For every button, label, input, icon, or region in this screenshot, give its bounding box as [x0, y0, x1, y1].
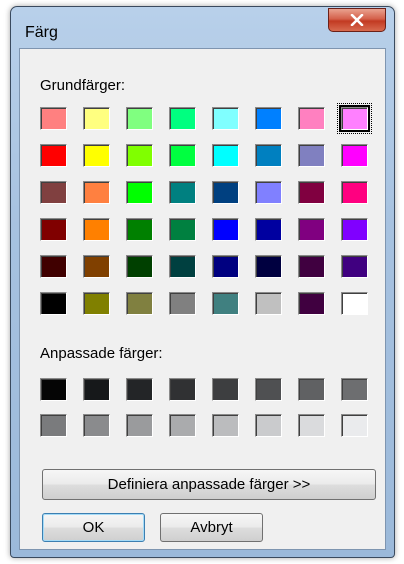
basic-color-swatch[interactable] — [212, 255, 239, 278]
basic-color-swatch[interactable] — [83, 292, 110, 315]
basic-color-swatch[interactable] — [341, 292, 368, 315]
basic-color-swatch[interactable] — [298, 218, 325, 241]
cancel-button[interactable]: Avbryt — [160, 513, 263, 542]
basic-color-swatch[interactable] — [298, 107, 325, 130]
basic-color-swatch[interactable] — [83, 181, 110, 204]
basic-color-swatch[interactable] — [298, 181, 325, 204]
close-button[interactable] — [328, 8, 386, 32]
basic-color-swatch[interactable] — [40, 255, 67, 278]
basic-color-swatch[interactable] — [83, 255, 110, 278]
basic-color-swatch[interactable] — [341, 181, 368, 204]
basic-color-swatch[interactable] — [255, 255, 282, 278]
basic-color-swatch[interactable] — [126, 218, 153, 241]
basic-color-swatch[interactable] — [40, 218, 67, 241]
basic-color-swatch[interactable] — [212, 292, 239, 315]
custom-color-swatch[interactable] — [169, 378, 196, 401]
custom-color-swatch[interactable] — [40, 378, 67, 401]
custom-colors-label: Anpassade färger: — [40, 345, 163, 362]
basic-color-swatch[interactable] — [212, 107, 239, 130]
custom-color-swatch[interactable] — [83, 414, 110, 437]
custom-color-swatch[interactable] — [255, 414, 282, 437]
basic-color-swatch[interactable] — [83, 107, 110, 130]
title-bar[interactable]: Färg — [11, 7, 394, 47]
basic-color-swatch[interactable] — [40, 107, 67, 130]
basic-color-swatch[interactable] — [40, 144, 67, 167]
ok-button[interactable]: OK — [42, 513, 145, 542]
basic-color-swatch[interactable] — [83, 218, 110, 241]
basic-color-swatch[interactable] — [126, 107, 153, 130]
basic-color-swatch[interactable] — [212, 218, 239, 241]
custom-color-swatch[interactable] — [212, 414, 239, 437]
custom-color-swatch[interactable] — [169, 414, 196, 437]
basic-color-swatch[interactable] — [341, 218, 368, 241]
custom-color-swatch[interactable] — [298, 414, 325, 437]
define-custom-colors-button[interactable]: Definiera anpassade färger >> — [42, 469, 376, 500]
basic-color-swatch[interactable] — [255, 144, 282, 167]
basic-color-swatch[interactable] — [169, 144, 196, 167]
basic-color-swatch[interactable] — [40, 292, 67, 315]
basic-color-swatch[interactable] — [169, 255, 196, 278]
basic-colors-label: Grundfärger: — [40, 77, 126, 94]
custom-color-swatch[interactable] — [341, 378, 368, 401]
basic-color-swatch[interactable] — [169, 107, 196, 130]
basic-color-swatch[interactable] — [341, 144, 368, 167]
basic-color-swatch[interactable] — [40, 181, 67, 204]
custom-color-swatch[interactable] — [341, 414, 368, 437]
basic-color-swatch[interactable] — [212, 144, 239, 167]
custom-color-swatch[interactable] — [298, 378, 325, 401]
basic-color-swatch[interactable] — [126, 181, 153, 204]
color-dialog-window: Färg Grundfärger: Anpassade färger: Defi… — [10, 6, 395, 558]
basic-color-swatch[interactable] — [337, 103, 372, 134]
basic-color-swatch[interactable] — [126, 144, 153, 167]
basic-color-swatch[interactable] — [255, 292, 282, 315]
basic-color-swatch[interactable] — [212, 181, 239, 204]
basic-color-swatch[interactable] — [298, 255, 325, 278]
basic-color-swatch[interactable] — [126, 255, 153, 278]
custom-color-swatch[interactable] — [255, 378, 282, 401]
basic-color-swatch[interactable] — [255, 181, 282, 204]
custom-color-swatch[interactable] — [126, 414, 153, 437]
basic-color-swatch[interactable] — [126, 292, 153, 315]
custom-color-swatch[interactable] — [40, 414, 67, 437]
basic-color-swatch[interactable] — [255, 218, 282, 241]
dialog-title: Färg — [25, 24, 58, 41]
custom-color-swatch[interactable] — [83, 378, 110, 401]
custom-color-swatch[interactable] — [212, 378, 239, 401]
dialog-client-area: Grundfärger: Anpassade färger: Definiera… — [19, 48, 386, 550]
basic-color-swatch[interactable] — [298, 144, 325, 167]
basic-color-swatch[interactable] — [298, 292, 325, 315]
basic-color-swatch[interactable] — [255, 107, 282, 130]
basic-color-swatch[interactable] — [169, 218, 196, 241]
basic-color-swatch[interactable] — [169, 181, 196, 204]
basic-color-swatch[interactable] — [341, 255, 368, 278]
basic-color-swatch[interactable] — [83, 144, 110, 167]
custom-color-swatch[interactable] — [126, 378, 153, 401]
close-icon — [350, 14, 364, 26]
basic-color-swatch[interactable] — [169, 292, 196, 315]
